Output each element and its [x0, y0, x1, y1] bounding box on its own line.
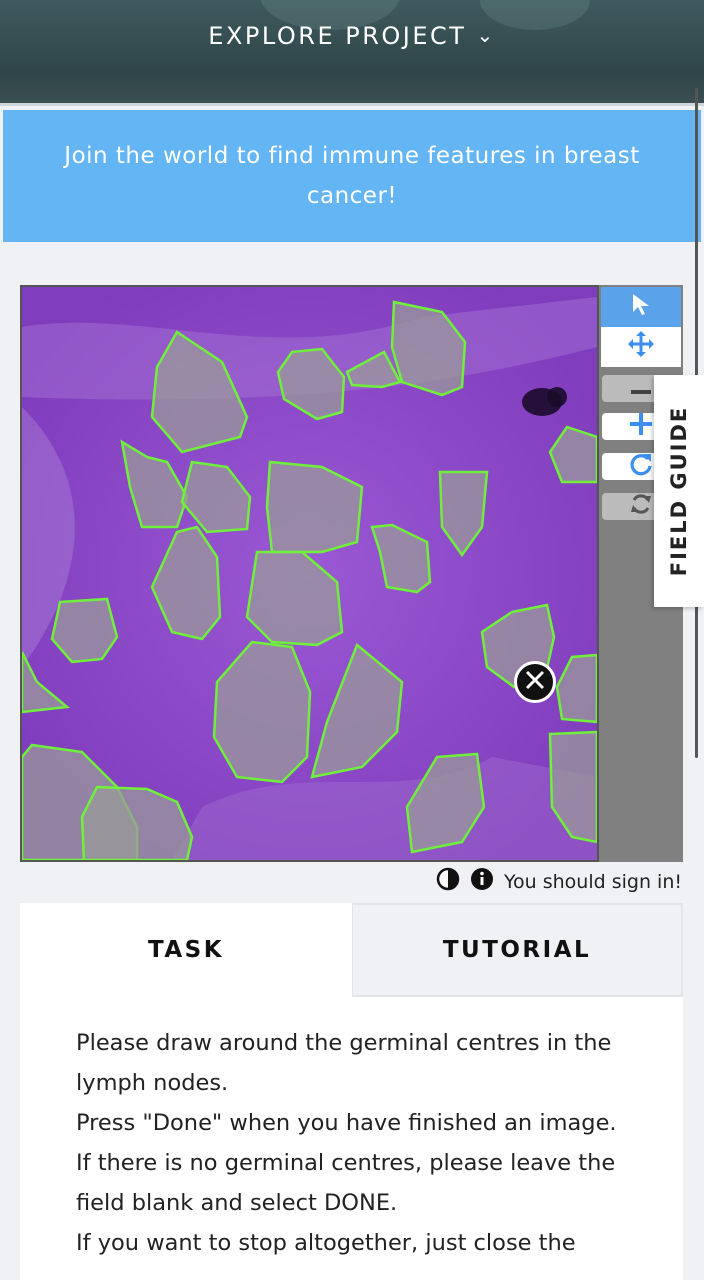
tab-task-label: TASK: [147, 937, 225, 963]
field-guide-label: FIELD GUIDE: [667, 405, 691, 577]
explore-project-label: EXPLORE PROJECT: [208, 22, 467, 50]
top-navigation-bar: EXPLORE PROJECT ⌄: [0, 0, 704, 106]
viewer-meta-row: You should sign in!: [436, 866, 682, 898]
classification-image-viewer[interactable]: [20, 285, 599, 862]
chevron-down-icon: ⌄: [476, 23, 496, 47]
instruction-line: Please draw around the germinal centres …: [76, 1030, 612, 1096]
move-icon: [627, 330, 655, 364]
reset-icon: [629, 492, 653, 522]
tab-tutorial-label: TUTORIAL: [442, 937, 592, 963]
task-tabs: TASK TUTORIAL: [20, 903, 683, 997]
rotate-icon: [629, 452, 653, 482]
sign-in-warning: You should sign in!: [503, 871, 682, 893]
contrast-toggle-button[interactable]: [436, 867, 460, 897]
pointer-tool-button[interactable]: [601, 287, 681, 327]
task-instructions: Please draw around the germinal centres …: [20, 997, 683, 1280]
close-icon: [525, 669, 545, 695]
contrast-icon: [436, 867, 460, 891]
instruction-line: If there is no germinal centres, please …: [76, 1150, 616, 1216]
close-mark-button[interactable]: [514, 661, 556, 703]
metadata-info-button[interactable]: [470, 867, 494, 897]
tissue-image[interactable]: [22, 287, 597, 860]
instruction-line: If you want to stop altogether, just clo…: [76, 1230, 576, 1256]
instruction-line: Press "Done" when you have finished an i…: [76, 1110, 617, 1136]
field-guide-tab[interactable]: FIELD GUIDE: [654, 375, 704, 607]
tab-tutorial[interactable]: TUTORIAL: [352, 903, 683, 997]
banner-text: Join the world to find immune features i…: [64, 143, 640, 209]
zoom-in-icon: [630, 412, 652, 441]
project-banner: Join the world to find immune features i…: [3, 110, 701, 242]
tab-task[interactable]: TASK: [20, 903, 352, 997]
info-icon: [470, 868, 493, 890]
zoom-out-icon: [631, 376, 651, 401]
pointer-icon: [630, 292, 652, 322]
move-tool-button[interactable]: [601, 327, 681, 367]
explore-project-button[interactable]: EXPLORE PROJECT ⌄: [0, 22, 704, 50]
